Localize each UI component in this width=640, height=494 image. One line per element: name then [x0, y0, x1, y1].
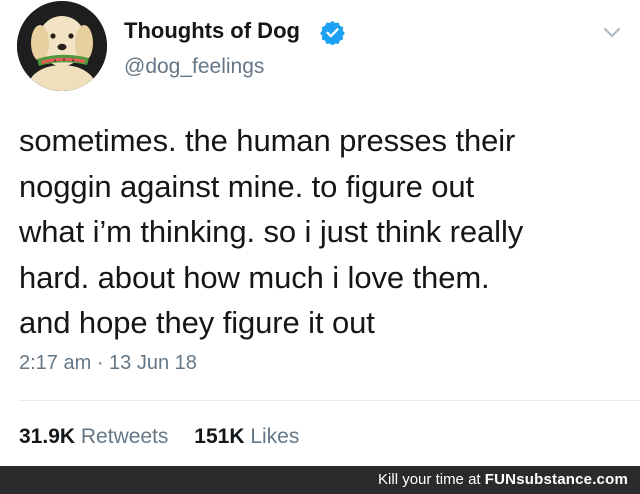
tweet-timestamp[interactable]: 2:17 am · 13 Jun 18 — [19, 352, 197, 375]
tweet-card: Thoughts of Dog @dog_feelings sometimes.… — [0, 0, 640, 466]
likes-label: Likes — [250, 425, 300, 448]
tweet-text-line: hard. about how much i love them. — [19, 259, 490, 295]
dog-avatar-image — [17, 1, 107, 91]
verified-badge-icon — [320, 20, 345, 45]
retweets-label: Retweets — [80, 425, 169, 448]
tweet-text-line: sometimes. the human presses their — [19, 123, 516, 158]
likes-count: 151K — [194, 425, 245, 448]
retweets-stat[interactable]: 31.9K Retweets — [19, 425, 168, 448]
watermark-text: Kill your time at FUNsubstance.com — [378, 471, 628, 488]
display-name[interactable]: Thoughts of Dog — [124, 18, 300, 44]
tweet-text: sometimes. the human presses their noggi… — [19, 118, 624, 346]
user-handle[interactable]: @dog_feelings — [124, 55, 264, 79]
watermark-bar: Kill your time at FUNsubstance.com — [0, 466, 640, 494]
chevron-down-icon[interactable] — [602, 26, 622, 40]
engagement-stats: 31.9K Retweets 151K Likes — [19, 425, 319, 449]
divider — [19, 400, 640, 401]
likes-stat[interactable]: 151K Likes — [194, 425, 299, 448]
watermark-brand: FUNsubstance.com — [484, 471, 628, 488]
watermark-prefix: Kill your time at — [378, 471, 481, 488]
avatar[interactable] — [17, 1, 107, 91]
tweet-text-line: and hope they figure it out — [19, 305, 375, 340]
retweets-count: 31.9K — [19, 425, 76, 448]
tweet-text-line: what i’m thinking. so i just think reall… — [19, 214, 524, 249]
tweet-text-line: noggin against mine. to figure out — [19, 168, 475, 204]
